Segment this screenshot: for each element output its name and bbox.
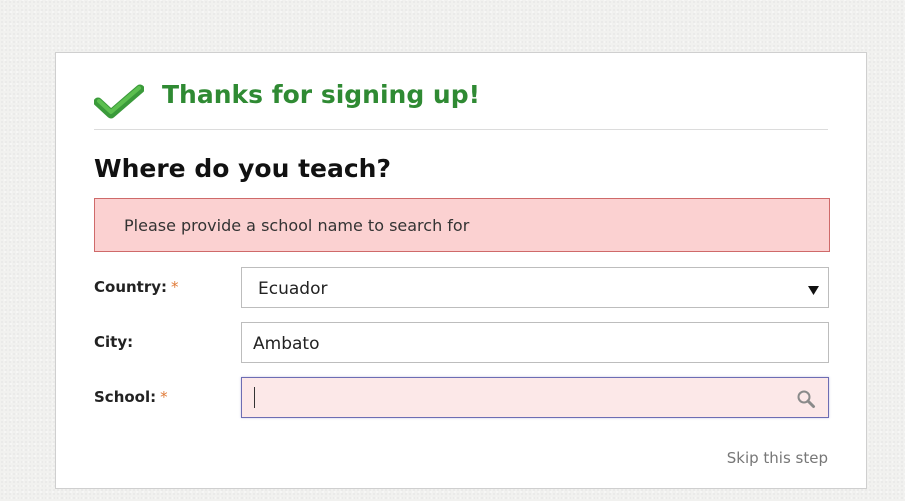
country-row: Country: * Ecuador [94,267,830,308]
banner-title: Thanks for signing up! [162,80,481,109]
search-icon[interactable] [796,389,816,409]
school-required-mark: * [160,388,168,406]
signup-card: Thanks for signing up! Where do you teac… [55,52,867,489]
country-selected-value: Ecuador [258,279,328,299]
error-text: Please provide a school name to search f… [124,216,470,235]
school-label-text: School: [94,388,157,406]
page-title: Where do you teach? [94,154,391,183]
city-label-text: City: [94,333,134,351]
text-cursor [254,387,255,408]
country-select[interactable]: Ecuador [241,267,829,308]
check-icon [93,83,145,119]
success-banner: Thanks for signing up! [93,73,828,130]
city-label: City: [94,332,133,352]
dropdown-arrow-icon [808,281,819,295]
skip-step-link[interactable]: Skip this step [727,448,828,468]
school-label: School: * [94,387,168,407]
country-label: Country: * [94,277,179,297]
school-row: School: * [94,377,830,418]
country-required-mark: * [171,278,179,296]
city-input[interactable]: Ambato [241,322,829,363]
city-value: Ambato [253,334,320,354]
city-row: City: Ambato [94,322,830,363]
country-label-text: Country: [94,278,168,296]
error-message: Please provide a school name to search f… [94,198,830,252]
school-search-input[interactable] [241,377,829,418]
